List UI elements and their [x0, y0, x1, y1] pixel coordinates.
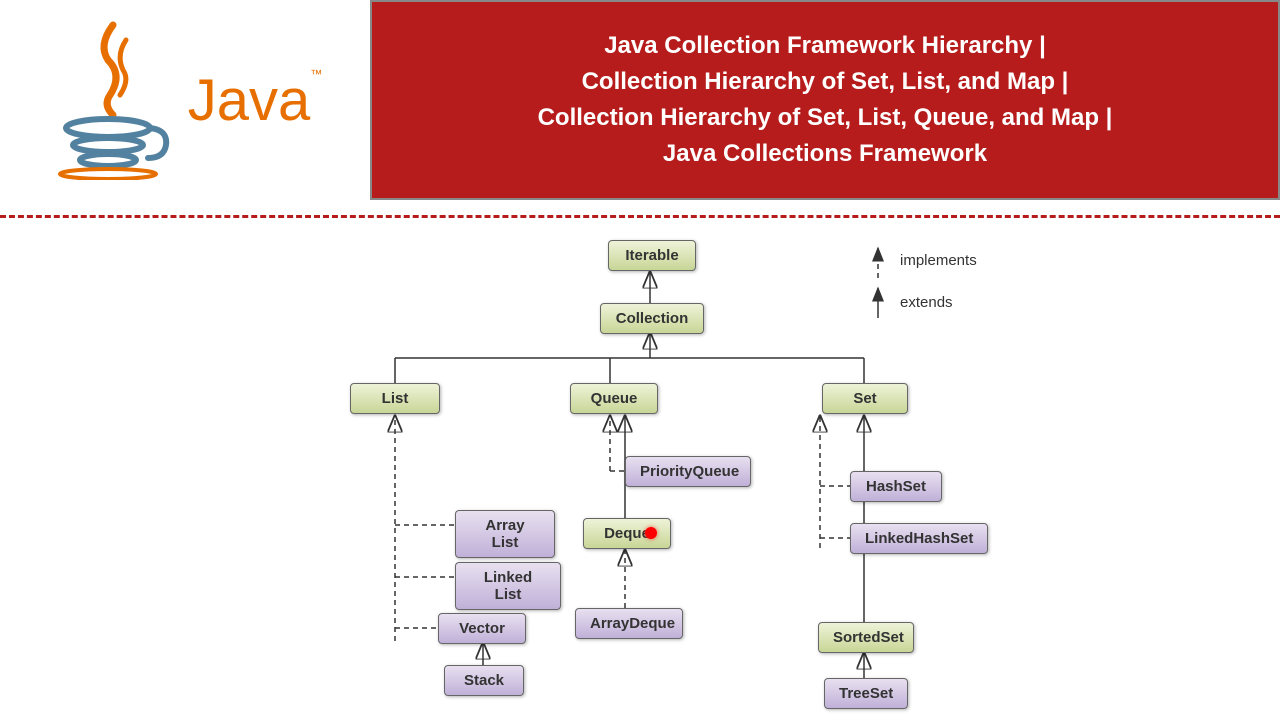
hierarchy-diagram: Iterable Collection List Queue Set Array… [0, 228, 1280, 708]
divider [0, 215, 1280, 218]
java-logo-text: Java™ [188, 67, 323, 134]
legend-implements: implements [900, 252, 977, 269]
java-logo-icon [48, 20, 178, 180]
title-line-2: Collection Hierarchy of Set, List, and M… [582, 64, 1069, 100]
cursor-indicator-icon [645, 527, 657, 539]
node-vector: Vector [438, 613, 526, 644]
title-line-4: Java Collections Framework [663, 136, 987, 172]
node-queue: Queue [570, 383, 658, 414]
node-set: Set [822, 383, 908, 414]
node-deque: Deque [583, 518, 671, 549]
node-list: List [350, 383, 440, 414]
node-linkedlist: Linked List [455, 562, 561, 610]
node-hashset: HashSet [850, 471, 942, 502]
node-arraylist: Array List [455, 510, 555, 558]
logo-section: Java™ [0, 0, 370, 200]
node-arraydeque: ArrayDeque [575, 608, 683, 639]
header: Java™ Java Collection Framework Hierarch… [0, 0, 1280, 200]
node-stack: Stack [444, 665, 524, 696]
title-banner: Java Collection Framework Hierarchy | Co… [370, 0, 1280, 200]
node-iterable: Iterable [608, 240, 696, 271]
legend-extends: extends [900, 294, 953, 311]
node-sortedset: SortedSet [818, 622, 914, 653]
node-treeset: TreeSet [824, 678, 908, 709]
title-line-1: Java Collection Framework Hierarchy | [604, 28, 1046, 64]
node-linkedhashset: LinkedHashSet [850, 523, 988, 554]
node-collection: Collection [600, 303, 704, 334]
title-line-3: Collection Hierarchy of Set, List, Queue… [538, 100, 1113, 136]
node-priorityqueue: PriorityQueue [625, 456, 751, 487]
